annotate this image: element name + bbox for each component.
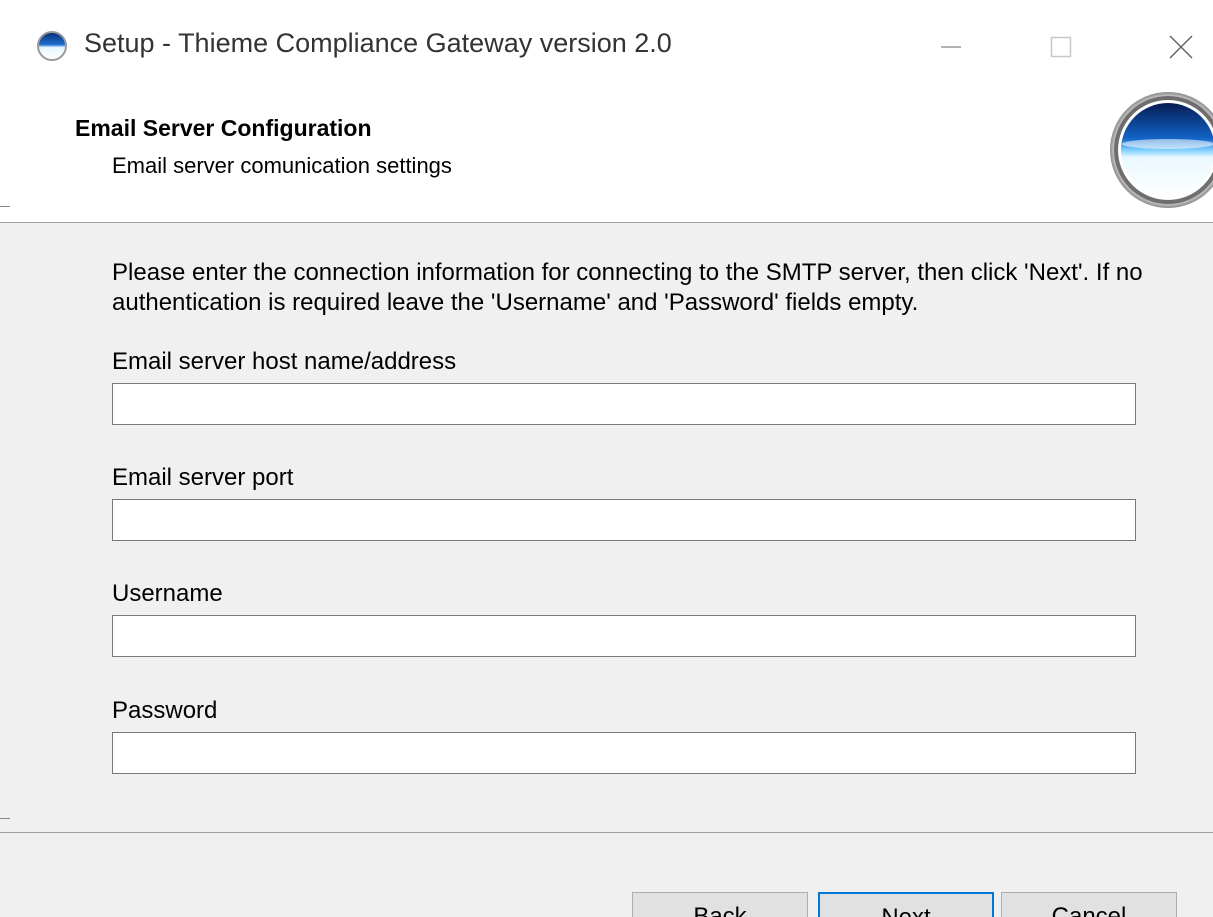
password-input[interactable] [112,732,1136,774]
frame-tick [0,818,10,819]
header-divider [0,222,1213,223]
close-button[interactable] [1156,22,1206,72]
back-button[interactable]: Back [632,892,808,917]
page-title: Email Server Configuration [75,115,372,141]
maximize-icon [1050,36,1072,58]
instructions-text: Please enter the connection information … [112,259,1143,316]
minimize-icon [941,46,961,48]
page-subtitle: Email server comunication settings [112,153,452,178]
minimize-button[interactable] [926,22,976,72]
username-label: Username [112,580,223,607]
host-label: Email server host name/address [112,348,457,375]
title-bar: Setup - Thieme Compliance Gateway versio… [0,0,1213,92]
wizard-header: Email Server Configuration Email server … [0,92,1213,222]
port-input[interactable] [112,499,1136,541]
window-title: Setup - Thieme Compliance Gateway versio… [84,28,672,58]
host-input[interactable] [112,383,1136,425]
app-icon [37,31,67,61]
maximize-button[interactable] [1036,22,1086,72]
next-button[interactable]: Next [818,892,994,917]
username-input[interactable] [112,615,1136,657]
cancel-button[interactable]: Cancel [1001,892,1177,917]
setup-wizard-window: Setup - Thieme Compliance Gateway versio… [0,0,1213,917]
frame-tick [0,206,10,207]
logo-icon [1110,92,1213,208]
footer-divider [0,832,1213,833]
port-label: Email server port [112,464,294,491]
close-icon [1169,35,1193,59]
password-label: Password [112,697,218,724]
